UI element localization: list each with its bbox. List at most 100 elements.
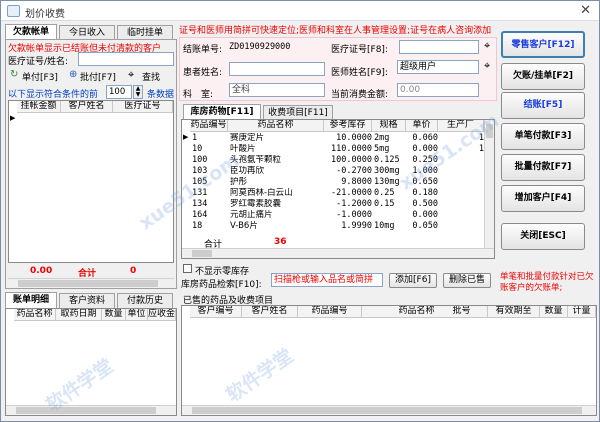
- hold-bill-button[interactable]: 欠账/挂单[F2]: [501, 63, 585, 90]
- sold-col-cust-no: 客户编号: [190, 306, 242, 318]
- drug-maker: [440, 210, 484, 221]
- doctor-binoculars-icon[interactable]: ⌖: [484, 59, 490, 73]
- tab-today-income[interactable]: 今日收入: [59, 25, 115, 40]
- single-payment-button[interactable]: 单笔付款[F3]: [501, 123, 585, 150]
- drug-col-name: 药品名称: [228, 120, 324, 132]
- arrears-col-name: 客户姓名: [61, 101, 113, 113]
- drug-maker: 1: [478, 133, 484, 143]
- filter-suffix: 条数据: [147, 90, 175, 100]
- drug-maker: [440, 199, 484, 210]
- drug-maker: 1: [478, 144, 484, 154]
- drug-name: 赛庚定片: [230, 133, 265, 143]
- drug-spec: 0.25: [374, 188, 395, 198]
- consume-label: 当前消费金额:: [331, 90, 389, 100]
- drug-spec: 0.125: [374, 155, 400, 165]
- close-icon[interactable]: ✕: [580, 3, 591, 18]
- drug-table: 药品编号 药品名称 参考库存 规格 单价 生产厂 ▶ 1 赛庚定片 10.0000 2…: [181, 119, 495, 259]
- bill-no-label: 结账单号:: [183, 45, 223, 55]
- drug-hscroll[interactable]: [182, 248, 494, 258]
- patient-name-label: 患者姓名:: [183, 68, 223, 78]
- drug-name: 元胡止痛片: [230, 210, 273, 220]
- drug-maker: [440, 166, 484, 177]
- sold-col-expiry: 有效期至: [488, 306, 540, 318]
- row-pointer-icon: ▶: [10, 114, 16, 122]
- tab-arrears[interactable]: 欠款帐单: [5, 24, 57, 40]
- doctor-input[interactable]: 超级用户: [397, 60, 479, 74]
- drug-stock: 10.0000: [336, 133, 372, 143]
- sold-col-drug-no: 药品编号: [298, 306, 362, 318]
- detail-col-unit: 单位: [126, 309, 148, 321]
- drug-col-price: 单价: [406, 120, 438, 132]
- drug-stock: 100.0000: [331, 155, 372, 165]
- dept-label: 科 室:: [183, 90, 214, 100]
- cert-no-label: 医疗证号[F8]:: [331, 45, 388, 55]
- drug-price: 0.000: [412, 144, 438, 154]
- drug-search-input[interactable]: 扫描枪或输入品名或简拼: [271, 273, 383, 287]
- drug-spec: 10mg: [374, 221, 395, 231]
- sold-col-qty: 数量: [540, 306, 568, 318]
- main-window: 划价收费 ✕ 欠款帐单 今日收入 临时挂单 欠款帐单显示已结账但未付清款的客户 …: [0, 0, 600, 422]
- drug-col-spec: 规格: [372, 120, 406, 132]
- patient-name-input[interactable]: [229, 62, 325, 76]
- add-customer-button[interactable]: 增加客户[F4]: [501, 185, 585, 212]
- checkout-button[interactable]: 结账[F5]: [501, 92, 585, 119]
- window-title: 划价收费: [25, 9, 65, 20]
- detail-hscroll[interactable]: [6, 405, 176, 415]
- single-pay-icon: ↻: [10, 69, 19, 80]
- drug-name: 阿莫西林-白云山: [230, 188, 293, 198]
- filter-count-input[interactable]: 100: [106, 85, 132, 99]
- single-pay-button[interactable]: 单付[F3]: [22, 70, 58, 83]
- tab-temp-hold[interactable]: 临时挂单: [117, 25, 173, 40]
- sold-hscroll[interactable]: [182, 405, 596, 415]
- tab-payment-history[interactable]: 付款历史: [117, 293, 173, 308]
- drug-spec: 2mg: [374, 133, 390, 143]
- drug-spec: 130mg: [374, 177, 400, 187]
- close-button[interactable]: 关闭[ESC]: [501, 223, 585, 250]
- add-button[interactable]: 添加[F6]: [389, 273, 437, 288]
- zero-stock-checkbox[interactable]: [183, 264, 192, 273]
- sold-col-batch: 批号: [436, 306, 488, 318]
- cert-name-input[interactable]: [78, 52, 174, 66]
- drug-price: 1.000: [412, 166, 438, 176]
- drug-price: 0.180: [412, 188, 438, 198]
- tab-customer-info[interactable]: 客户资料: [59, 293, 115, 308]
- cert-no-input[interactable]: [399, 40, 479, 54]
- tab-bill-detail[interactable]: 账单明细: [5, 292, 57, 308]
- consume-value: 0.00: [397, 83, 479, 97]
- arrears-hscroll[interactable]: [8, 278, 174, 288]
- drug-vscroll[interactable]: [484, 120, 494, 248]
- arrears-col-cert: 医疗证号: [113, 101, 173, 113]
- drug-spec: 5mg: [374, 144, 390, 154]
- drug-maker: [440, 221, 484, 232]
- top-banner: 证号和医师用简拼可快速定位;医师和科室在人事管理设置;证号在病人咨询添加: [179, 26, 492, 36]
- drug-code: 103: [192, 166, 208, 176]
- arrears-total-amount: 0.00: [30, 266, 53, 276]
- drug-maker: [440, 177, 484, 188]
- tab-charge-items[interactable]: 收费项目[F11]: [263, 105, 333, 120]
- dept-input[interactable]: 全科: [229, 83, 325, 97]
- retail-customer-button[interactable]: 零售客户[F12]: [501, 31, 585, 58]
- search-button[interactable]: 查找: [142, 70, 160, 83]
- filter-spinner[interactable]: ▲ ▼: [133, 85, 143, 99]
- filter-prefix: 以下显示符合条件的前: [8, 90, 99, 100]
- batch-pay-button[interactable]: 批付[F7]: [80, 70, 116, 83]
- drug-stock: -1.0000: [336, 210, 372, 220]
- drug-code: 164: [192, 210, 208, 220]
- tab-warehouse-drugs[interactable]: 库房药物[F11]: [183, 104, 261, 120]
- cert-binoculars-icon[interactable]: ⌖: [484, 39, 490, 53]
- detail-col-due: 应收金: [148, 309, 176, 321]
- batch-payment-button[interactable]: 批量付款[F7]: [501, 154, 585, 181]
- arrears-col-amount: 挂帐金额: [17, 101, 61, 113]
- delete-sold-button[interactable]: 删除已售: [443, 273, 491, 288]
- drug-spec: 0.15: [374, 199, 395, 209]
- drug-code: 1: [192, 133, 198, 143]
- drug-stock: 9.8000: [341, 177, 372, 187]
- drug-name: 叶酸片: [230, 144, 256, 154]
- bill-detail-table: 药品名称 取药日期 数量 单位 应收金: [5, 308, 177, 416]
- drug-col-stock: 参考库存: [324, 120, 372, 132]
- binoculars-icon: ⌖: [128, 68, 135, 81]
- doctor-label: 医师姓名[F9]:: [331, 68, 388, 78]
- drug-name: 护彤: [230, 177, 248, 187]
- drug-name: 头孢氨苄颗粒: [230, 155, 282, 165]
- arrears-table: 挂帐金额 客户姓名 医疗证号 ▶: [8, 100, 174, 263]
